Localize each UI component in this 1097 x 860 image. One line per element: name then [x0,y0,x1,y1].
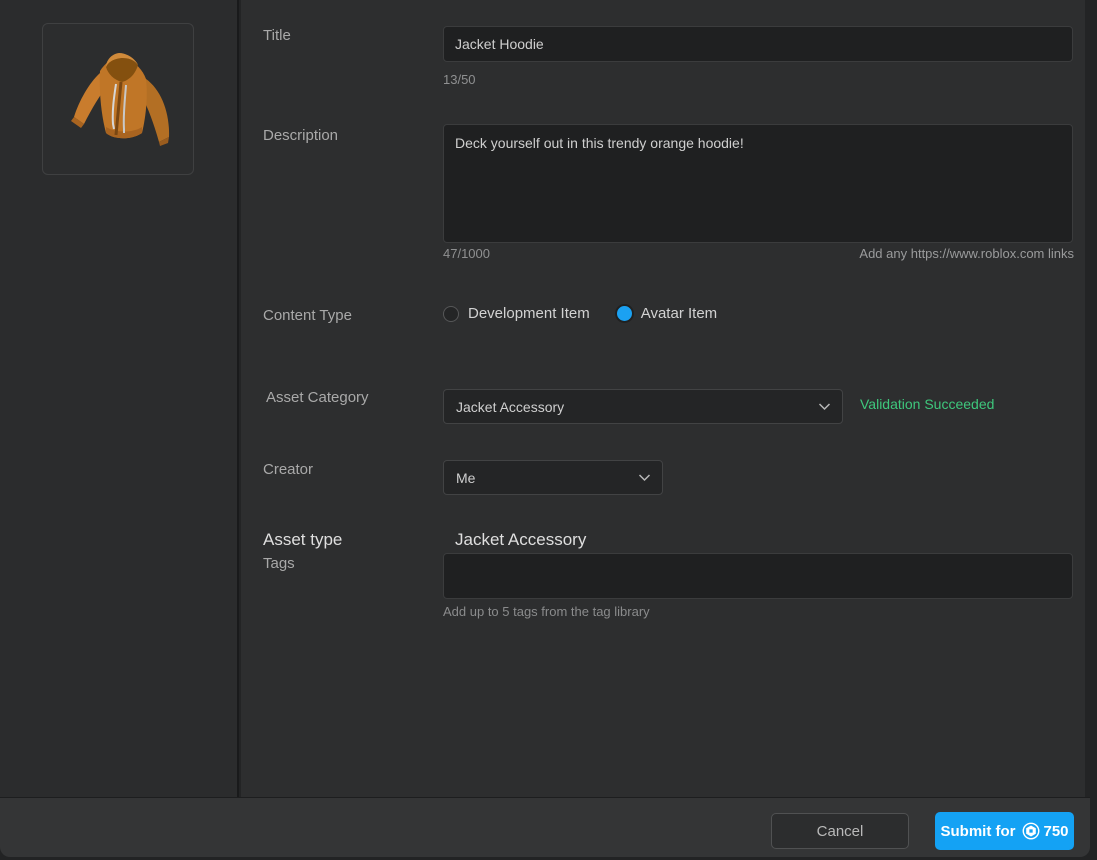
content-type-radio-group: Development Item Avatar Item [443,305,717,322]
hoodie-image [48,29,188,169]
asset-type-value: Jacket Accessory [455,530,586,550]
description-input[interactable]: Deck yourself out in this trendy orange … [443,124,1073,243]
radio-selected-icon[interactable] [617,306,632,321]
dialog-footer: Cancel Submit for 750 [0,797,1090,857]
creator-value: Me [456,470,475,486]
title-input[interactable] [443,26,1073,62]
title-char-counter: 13/50 [443,72,476,87]
validation-status: Validation Succeeded [860,396,994,412]
robux-icon [1022,822,1040,840]
asset-category-value: Jacket Accessory [456,399,564,415]
asset-type-label: Asset type [263,530,342,550]
chevron-down-icon [638,473,651,482]
tags-label: Tags [263,555,295,572]
radio-unselected-icon[interactable] [443,306,459,322]
creator-select[interactable]: Me [443,460,663,495]
radio-avatar-item[interactable]: Avatar Item [616,305,717,322]
asset-category-select[interactable]: Jacket Accessory [443,389,843,424]
description-char-counter: 47/1000 [443,246,490,261]
cancel-button[interactable]: Cancel [771,813,909,849]
description-links-hint: Add any https://www.roblox.com links [859,246,1074,261]
tags-input[interactable] [443,553,1073,599]
preview-sidebar [0,0,239,797]
chevron-down-icon [818,402,831,411]
cancel-button-label: Cancel [817,823,864,840]
submit-button[interactable]: Submit for 750 [935,812,1074,850]
submit-price: 750 [1043,823,1068,840]
description-label: Description [263,127,338,144]
title-label: Title [263,27,291,44]
right-gutter [1085,0,1090,797]
radio-avatar-item-label[interactable]: Avatar Item [641,305,717,322]
asset-config-dialog: Title 13/50 Description Deck yourself ou… [0,0,1090,857]
asset-thumbnail [42,23,194,175]
creator-label: Creator [263,461,313,478]
dialog-body: Title 13/50 Description Deck yourself ou… [0,0,1090,797]
content-type-label: Content Type [263,307,352,324]
submit-button-label: Submit for [940,823,1015,840]
tags-hint: Add up to 5 tags from the tag library [443,604,650,619]
asset-category-label: Asset Category [266,389,369,406]
radio-development-item[interactable]: Development Item [443,305,590,322]
radio-development-item-label[interactable]: Development Item [468,305,590,322]
asset-form: Title 13/50 Description Deck yourself ou… [241,0,1085,797]
